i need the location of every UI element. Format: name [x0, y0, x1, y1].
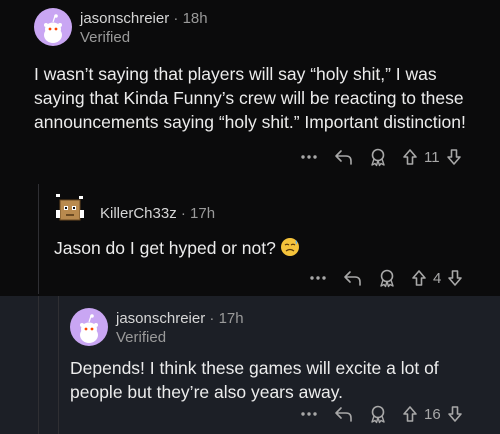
comment-actions: 16 [298, 404, 463, 424]
flair-verified: Verified [116, 329, 167, 346]
more-options-icon[interactable] [298, 411, 320, 417]
vote-score: 11 [424, 148, 440, 166]
comment-header: KillerCh33z · 17h [100, 205, 215, 222]
comment-body: Depends! I think these games will excite… [70, 358, 439, 402]
separator: · [180, 205, 186, 222]
reply-icon[interactable] [343, 269, 363, 287]
avatar[interactable] [52, 190, 88, 226]
thread-line[interactable] [58, 296, 59, 434]
avatar[interactable] [70, 308, 108, 346]
upvote-icon[interactable] [402, 148, 418, 166]
award-icon[interactable] [368, 147, 388, 167]
comment-jasonschreier-1: jasonschreier · 18h Verified I wasn’t sa… [0, 0, 500, 178]
upvote-icon[interactable] [411, 269, 427, 287]
worried-sweat-emoji [280, 237, 300, 257]
downvote-icon[interactable] [447, 269, 463, 287]
comment-actions: 4 [307, 268, 463, 288]
award-icon[interactable] [377, 268, 397, 288]
timestamp: 17h [190, 205, 216, 222]
comment-header: jasonschreier · 17h [116, 310, 244, 327]
upvote-icon[interactable] [402, 405, 418, 423]
award-icon[interactable] [368, 404, 388, 424]
snoo-avatar-icon [44, 14, 62, 43]
flair-verified: Verified [80, 29, 131, 46]
cardboard-box-avatar-icon [56, 194, 84, 221]
downvote-icon[interactable] [446, 148, 462, 166]
username[interactable]: KillerCh33z [100, 205, 177, 222]
thread-line[interactable] [38, 296, 39, 434]
vote-score: 4 [433, 269, 442, 287]
comment-jasonschreier-2: jasonschreier · 17h Verified Depends! I … [0, 296, 500, 434]
username[interactable]: jasonschreier [116, 310, 205, 327]
comment-actions: 11 [298, 147, 462, 167]
vote-score: 16 [424, 405, 441, 423]
reply-icon[interactable] [334, 405, 354, 423]
comment-body: I wasn’t saying that players will say “h… [34, 64, 466, 132]
reply-icon[interactable] [334, 148, 354, 166]
comment-killerch33z: KillerCh33z · 17h Jason do I get hyped o… [0, 178, 500, 296]
timestamp: 17h [218, 310, 244, 327]
more-options-icon[interactable] [307, 275, 329, 281]
thread-line[interactable] [38, 184, 39, 294]
snoo-avatar-icon [80, 314, 98, 343]
avatar[interactable] [34, 8, 72, 46]
comment-text: Jason do I get hyped or not? [54, 238, 276, 258]
username[interactable]: jasonschreier [80, 10, 169, 27]
comment-header: jasonschreier · 18h [80, 10, 208, 27]
more-options-icon[interactable] [298, 154, 320, 160]
separator: · [209, 310, 215, 327]
separator: · [173, 10, 179, 27]
downvote-icon[interactable] [447, 405, 463, 423]
comment-body: Jason do I get hyped or not? [54, 236, 484, 260]
timestamp: 18h [182, 10, 208, 27]
